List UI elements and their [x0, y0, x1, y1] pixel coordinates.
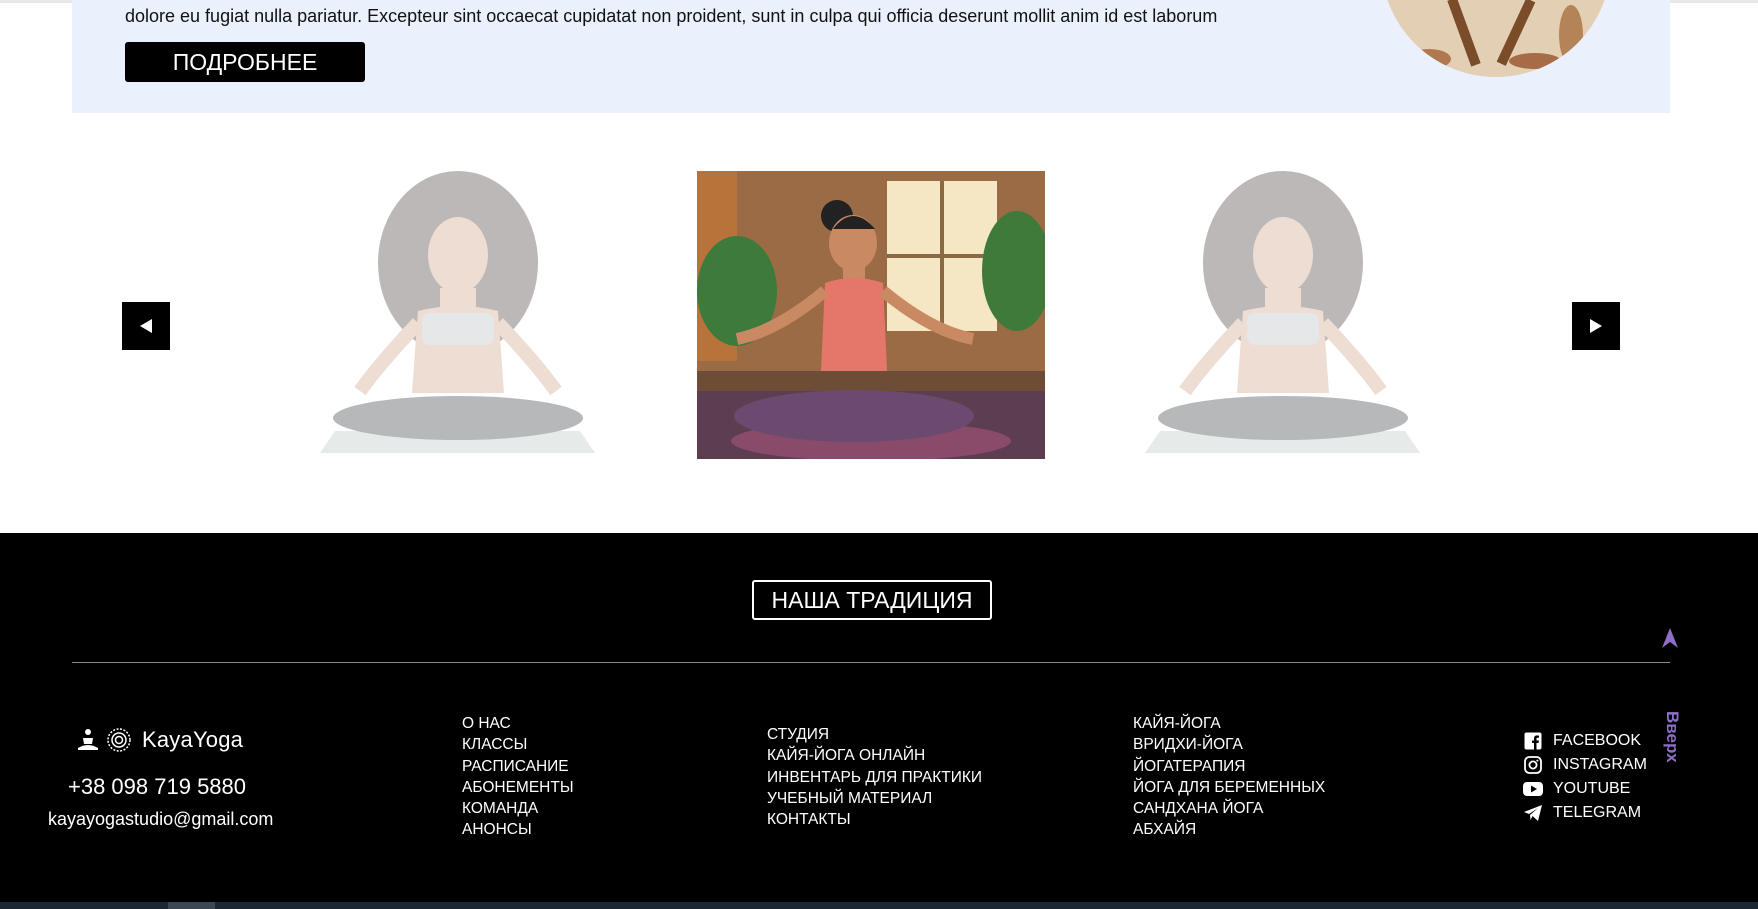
social-link-telegram[interactable]: TELEGRAM: [1522, 801, 1647, 825]
footer-link[interactable]: О НАС: [462, 713, 574, 734]
meditation-person-icon: [78, 729, 98, 750]
social-label: FACEBOOK: [1553, 732, 1642, 749]
our-tradition-button[interactable]: НАША ТРАДИЦИЯ: [752, 580, 992, 620]
footer-link[interactable]: САНДХАНА ЙОГА: [1133, 798, 1325, 819]
facebook-icon: [1522, 731, 1544, 751]
carousel-next-button[interactable]: [1572, 302, 1620, 350]
triangle-right-icon: [1590, 319, 1602, 333]
footer-link[interactable]: КОНТАКТЫ: [767, 809, 982, 830]
scroll-up-label[interactable]: Вверх: [1658, 711, 1682, 775]
more-button[interactable]: ПОДРОБНЕЕ: [125, 42, 365, 82]
footer-phone[interactable]: +38 098 719 5880: [68, 774, 246, 800]
footer-divider: [72, 662, 1670, 663]
instagram-icon: [1522, 755, 1544, 775]
footer-link[interactable]: АБХАЙЯ: [1133, 819, 1325, 840]
carousel-prev-button[interactable]: [122, 302, 170, 350]
footer-logo[interactable]: KayaYoga: [76, 727, 243, 753]
horizontal-scrollbar[interactable]: [0, 902, 1758, 909]
logo-text: KayaYoga: [142, 727, 244, 752]
footer-link[interactable]: КАЙЯ-ЙОГА: [1133, 713, 1325, 734]
carousel-slide-curly-meditation[interactable]: [300, 163, 615, 463]
carousel-slide-curly-meditation-right[interactable]: [1125, 163, 1440, 463]
footer-link[interactable]: ИНВЕНТАРЬ ДЛЯ ПРАКТИКИ: [767, 767, 982, 788]
spiral-sun-icon: [107, 728, 131, 752]
social-links: FACEBOOK INSTAGRAM YOUTUBE TELEGRAM: [1522, 729, 1647, 825]
social-label: YOUTUBE: [1553, 780, 1631, 797]
footer-link[interactable]: КАЙЯ-ЙОГА ОНЛАЙН: [767, 745, 982, 766]
footer-nav-yoga: КАЙЯ-ЙОГА ВРИДХИ-ЙОГА ЙОГАТЕРАПИЯ ЙОГА Д…: [1133, 713, 1325, 841]
promo-circle-image: [1381, 0, 1611, 77]
footer-link[interactable]: ЙОГАТЕРАПИЯ: [1133, 756, 1325, 777]
footer-link[interactable]: ВРИДХИ-ЙОГА: [1133, 734, 1325, 755]
social-link-facebook[interactable]: FACEBOOK: [1522, 729, 1647, 753]
social-label: TELEGRAM: [1553, 804, 1642, 821]
footer-link[interactable]: АНОНСЫ: [462, 819, 574, 840]
scrollbar-thumb[interactable]: [168, 902, 215, 909]
site-footer: НАША ТРАДИЦИЯ Вверх KayaYoga +38 098 719…: [0, 533, 1758, 902]
promo-section: dolore eu fugiat nulla pariatur. Excepte…: [72, 0, 1670, 113]
footer-link[interactable]: РАСПИСАНИЕ: [462, 756, 574, 777]
scroll-up-arrow-icon[interactable]: [1660, 627, 1680, 649]
carousel-slide-meditating-woman[interactable]: [697, 171, 1052, 461]
telegram-icon: [1522, 803, 1544, 823]
footer-link[interactable]: КОМАНДА: [462, 798, 574, 819]
promo-text: dolore eu fugiat nulla pariatur. Excepte…: [125, 6, 1218, 26]
youtube-icon: [1522, 779, 1544, 799]
triangle-left-icon: [140, 319, 152, 333]
social-link-instagram[interactable]: INSTAGRAM: [1522, 753, 1647, 777]
social-link-youtube[interactable]: YOUTUBE: [1522, 777, 1647, 801]
social-label: INSTAGRAM: [1553, 756, 1647, 773]
footer-link[interactable]: СТУДИЯ: [767, 724, 982, 745]
footer-link[interactable]: АБОНЕМЕНТЫ: [462, 777, 574, 798]
footer-link[interactable]: УЧЕБНЫЙ МАТЕРИАЛ: [767, 788, 982, 809]
footer-link[interactable]: ЙОГА ДЛЯ БЕРЕМЕННЫХ: [1133, 777, 1325, 798]
footer-nav-studio: СТУДИЯ КАЙЯ-ЙОГА ОНЛАЙН ИНВЕНТАРЬ ДЛЯ ПР…: [767, 724, 982, 830]
footer-email[interactable]: kayayogastudio@gmail.com: [48, 809, 273, 830]
footer-link[interactable]: КЛАССЫ: [462, 734, 574, 755]
footer-nav-about: О НАС КЛАССЫ РАСПИСАНИЕ АБОНЕМЕНТЫ КОМАН…: [462, 713, 574, 841]
image-carousel: [0, 113, 1758, 533]
